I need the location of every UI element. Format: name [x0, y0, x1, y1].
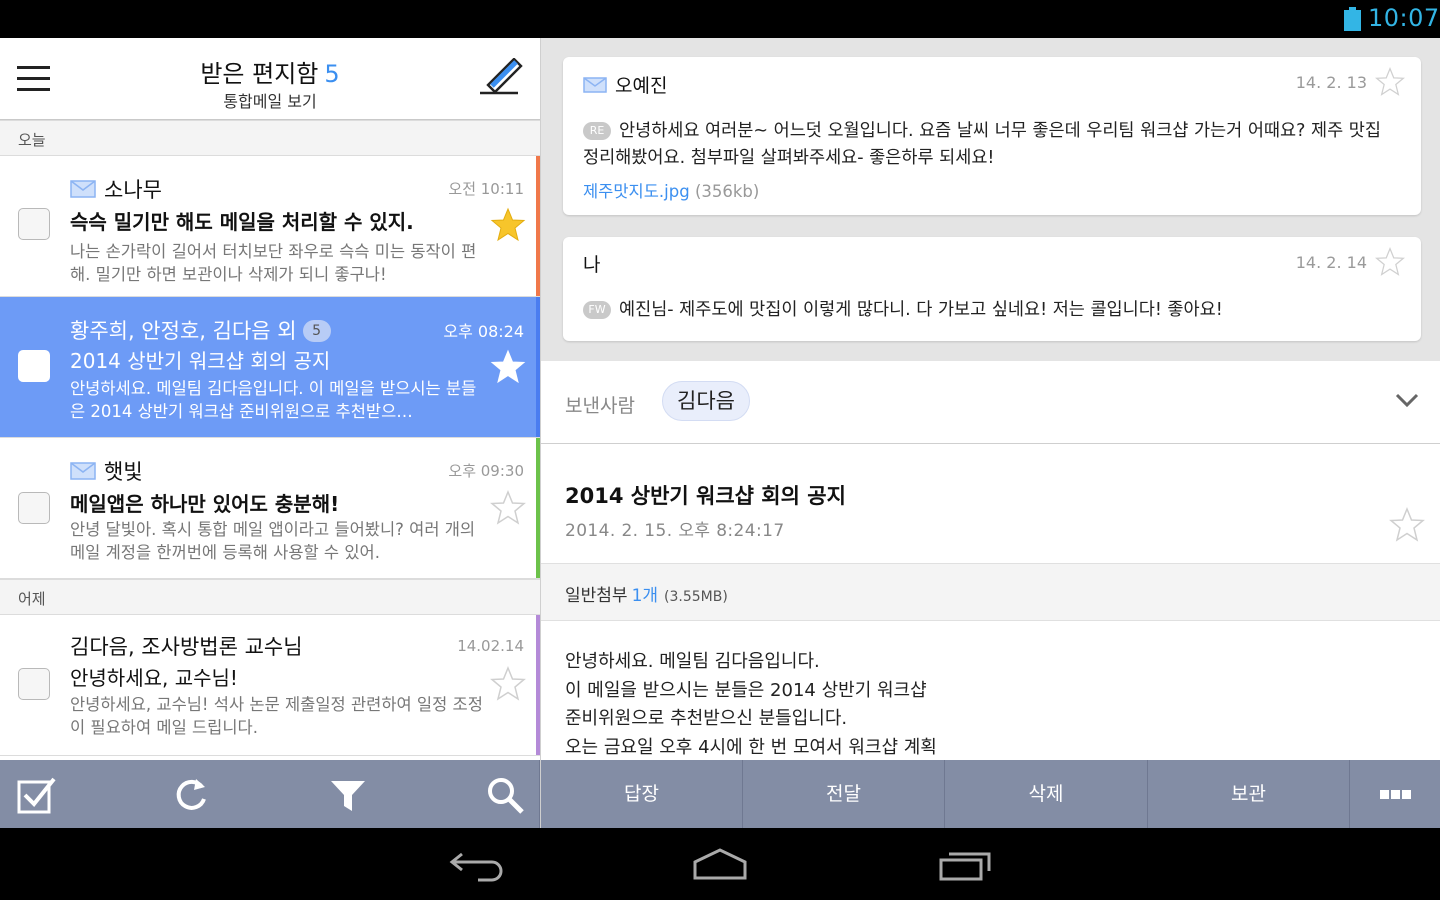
mail-time: 14.02.14 [457, 637, 524, 655]
attachment-bar[interactable]: 일반첨부 1개 (3.55MB) [541, 563, 1440, 621]
mail-sender: 김다음, 조사방법론 교수님 [70, 635, 303, 659]
mail-checkbox[interactable] [18, 350, 50, 382]
mail-checkbox[interactable] [18, 492, 50, 524]
star-outline-icon[interactable] [490, 490, 526, 526]
message-date: 2014. 2. 15. 오후 8:24:17 [565, 521, 785, 541]
refresh-icon[interactable] [172, 775, 212, 815]
star-outline-icon[interactable] [490, 666, 526, 702]
section-today: 오늘 [0, 120, 540, 156]
inbox-header: 받은 편지함 5 통합메일 보기 [0, 38, 540, 120]
mail-time: 오후 09:30 [448, 462, 524, 480]
inbox-subtitle: 통합메일 보기 [223, 92, 317, 111]
mail-subject: 메일앱은 하나만 있어도 충분해! [70, 492, 340, 516]
thread-sender: 나 [583, 254, 601, 276]
mail-preview: 나는 손가락이 길어서 터치보단 좌우로 슥슥 미는 동작이 편해. 밀기만 하… [70, 242, 477, 284]
mail-subject: 2014 상반기 워크샵 회의 공지 [70, 349, 331, 373]
attachment-count[interactable]: 1개 [632, 586, 658, 606]
mail-row-selected[interactable]: 황주희, 안정호, 김다음 외5 오후 08:24 2014 상반기 워크샵 회… [0, 297, 540, 438]
back-icon[interactable] [448, 846, 508, 882]
mail-preview: 안녕 달빛아. 혹시 통합 메일 앱이라고 들어봤니? 여러 개의 메일 계정을… [70, 520, 476, 562]
home-icon[interactable] [690, 846, 750, 882]
mail-checkbox[interactable] [18, 668, 50, 700]
mail-sender: 햇빛 [70, 456, 143, 486]
thread-body: FW 예진님- 제주도에 맛집이 이렇게 많다니. 다 가보고 싶네요! 저는 콜… [583, 297, 1393, 324]
delete-button[interactable]: 삭제 [945, 760, 1148, 828]
attachment-summary: 일반첨부 1개 (3.55MB) [565, 586, 728, 606]
attachment-size: (3.55MB) [664, 589, 728, 605]
recent-apps-icon[interactable] [935, 846, 995, 882]
mail-preview: 안녕하세요. 메일팀 김다음입니다. 이 메일을 받으시는 분들은 2014 상… [70, 379, 477, 421]
envelope-icon [583, 77, 607, 93]
system-nav-bar [0, 828, 1440, 900]
thread-body: RE 안녕하세요 여러분~ 어느덧 오월입니다. 요즘 날씨 너무 좋은데 우리팀… [583, 121, 1381, 168]
mail-sender: 황주희, 안정호, 김다음 외5 [70, 315, 331, 345]
sender-chip[interactable]: 김다음 [662, 381, 750, 421]
attachment-link[interactable]: 제주맛지도.jpg [583, 182, 690, 201]
reply-tag: RE [583, 122, 611, 140]
message-subject: 2014 상반기 워크샵 회의 공지 [565, 484, 846, 508]
star-filled-icon[interactable] [490, 207, 526, 243]
mail-row[interactable]: 김다음, 조사방법론 교수님 14.02.14 안녕하세요, 교수님! 안녕하세… [0, 615, 540, 756]
mail-sender: 소나무 [70, 174, 162, 204]
message-pane: 오예진 14. 2. 13 RE 안녕하세요 여러분~ 어느덧 오월입니다. 요즘… [540, 38, 1440, 828]
sender-label: 보낸사람 [565, 395, 635, 417]
thread-date: 14. 2. 14 [1295, 253, 1367, 272]
thread-area: 오예진 14. 2. 13 RE 안녕하세요 여러분~ 어느덧 오월입니다. 요즘… [541, 38, 1440, 361]
mail-subject: 슥슥 밀기만 해도 메일을 처리할 수 있지. [70, 210, 414, 234]
inbox-title[interactable]: 받은 편지함 5 [0, 54, 540, 89]
thread-count-badge: 5 [302, 320, 331, 342]
mail-preview: 안녕하세요, 교수님! 석사 논문 제출일정 관련하여 일정 조정이 필요하여 … [70, 695, 483, 737]
star-outline-icon[interactable] [1375, 67, 1405, 97]
star-outline-icon[interactable] [1389, 507, 1425, 543]
unread-envelope-icon [70, 180, 96, 198]
chevron-down-icon[interactable] [1394, 390, 1420, 410]
inbox-title-label: 받은 편지함 [200, 60, 319, 88]
more-options-icon[interactable] [1350, 760, 1440, 828]
list-toolbar [0, 760, 540, 828]
battery-icon [1344, 7, 1361, 31]
status-bar: 10:07 [0, 0, 1440, 38]
forward-tag: FW [583, 301, 611, 319]
message-toolbar: 답장 전달 삭제 보관 [541, 760, 1440, 828]
star-outline-icon[interactable] [1375, 247, 1405, 277]
thread-card[interactable]: 나 14. 2. 14 FW 예진님- 제주도에 맛집이 이렇게 많다니. 다 가… [563, 237, 1421, 341]
message-body: 안녕하세요. 메일팀 김다음입니다. 이 메일을 받으시는 분들은 2014 상… [565, 651, 937, 758]
thread-sender: 오예진 [583, 71, 667, 98]
message-header: 2014 상반기 워크샵 회의 공지 2014. 2. 15. 오후 8:24:… [541, 444, 1440, 563]
reply-button[interactable]: 답장 [541, 760, 743, 828]
status-clock: 10:07 [1368, 4, 1440, 32]
mail-row[interactable]: 햇빛 오후 09:30 메일앱은 하나만 있어도 충분해! 안녕 달빛아. 혹시… [0, 438, 540, 579]
forward-button[interactable]: 전달 [743, 760, 945, 828]
mail-row[interactable]: 소나무 오전 10:11 슥슥 밀기만 해도 메일을 처리할 수 있지. 나는 … [0, 156, 540, 297]
unread-envelope-icon [70, 462, 96, 480]
thread-card[interactable]: 오예진 14. 2. 13 RE 안녕하세요 여러분~ 어느덧 오월입니다. 요즘… [563, 57, 1421, 215]
thread-attachment[interactable]: 제주맛지도.jpg (356kb) [583, 178, 759, 202]
thread-date: 14. 2. 13 [1295, 73, 1367, 92]
star-outline-icon[interactable] [490, 349, 526, 385]
mail-time: 오전 10:11 [448, 180, 524, 198]
select-all-checkbox-icon[interactable] [16, 775, 56, 815]
mail-subject: 안녕하세요, 교수님! [70, 666, 238, 690]
inbox-unread-count: 5 [324, 60, 340, 88]
filter-icon[interactable] [328, 775, 368, 815]
compose-icon[interactable] [478, 58, 526, 98]
mail-checkbox[interactable] [18, 208, 50, 240]
archive-button[interactable]: 보관 [1148, 760, 1350, 828]
section-yesterday: 어제 [0, 579, 540, 615]
inbox-pane: 받은 편지함 5 통합메일 보기 오늘 소나무 오전 10:11 슥슥 밀기만 해… [0, 38, 540, 828]
sender-bar: 보낸사람 김다음 [541, 361, 1440, 444]
search-icon[interactable] [485, 775, 525, 815]
mail-time: 오후 08:24 [443, 322, 524, 341]
